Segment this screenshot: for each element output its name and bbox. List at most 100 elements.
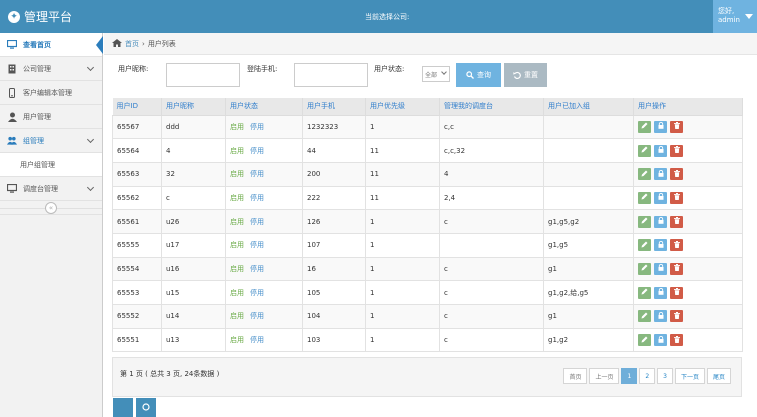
enable-link[interactable]: 启用 (230, 123, 244, 131)
edit-button[interactable] (638, 334, 651, 347)
lock-button[interactable] (654, 120, 667, 133)
status-select[interactable]: 全部 (422, 66, 450, 82)
sidebar-item-console[interactable]: 调度台管理 (0, 177, 102, 201)
disable-link[interactable]: 停用 (250, 170, 264, 178)
lock-button[interactable] (654, 310, 667, 323)
reset-button[interactable]: 重置 (504, 63, 547, 87)
column-header[interactable]: 管理我的调度台 (439, 98, 544, 116)
brand[interactable]: ✦ 管理平台 (8, 8, 72, 25)
disable-link[interactable]: 停用 (250, 147, 264, 155)
edit-button[interactable] (638, 310, 651, 323)
edit-button[interactable] (638, 239, 651, 252)
lock-button[interactable] (654, 168, 667, 181)
disable-link[interactable]: 停用 (250, 241, 264, 249)
prev-page-button[interactable]: 上一页 (589, 368, 620, 384)
delete-button[interactable] (670, 191, 683, 204)
enable-link[interactable]: 启用 (230, 147, 244, 155)
user-menu[interactable]: 您好, admin (713, 0, 757, 33)
disable-link[interactable]: 停用 (250, 218, 264, 226)
enable-link[interactable]: 启用 (230, 289, 244, 297)
delete-button[interactable] (670, 286, 683, 299)
lock-button[interactable] (654, 239, 667, 252)
cell-user-id: 65567 (112, 114, 162, 140)
delete-button[interactable] (670, 239, 683, 252)
sidebar-item-home[interactable]: 查看首页 (0, 33, 103, 57)
disable-link[interactable]: 停用 (250, 123, 264, 131)
enable-link[interactable]: 启用 (230, 265, 244, 273)
disable-link[interactable]: 停用 (250, 265, 264, 273)
edit-button[interactable] (638, 191, 651, 204)
sidebar-item-users[interactable]: 用户管理 (0, 105, 102, 129)
sidebar-subitem-user-groups[interactable]: 用户组管理 (0, 153, 102, 177)
lock-button[interactable] (654, 215, 667, 228)
sidebar-item-customer[interactable]: 客户编辑本管理 (0, 81, 102, 105)
page-button-3[interactable]: 3 (657, 368, 673, 384)
column-header[interactable]: 用户状态 (225, 98, 303, 116)
table-row[interactable]: 65554 u16 启用 停用 16 1 c g1 (112, 256, 743, 282)
edit-button[interactable] (638, 262, 651, 275)
edit-button[interactable] (638, 144, 651, 157)
cell-status: 启用 停用 (225, 327, 303, 353)
add-button[interactable] (113, 398, 133, 417)
page-info: 第 1 页 ( 总共 3 页, 24条数据 ) (120, 370, 220, 378)
edit-button[interactable] (638, 120, 651, 133)
edit-button[interactable] (638, 168, 651, 181)
table-row[interactable]: 65561 u26 启用 停用 126 1 c g1,g5,g2 (112, 209, 743, 234)
enable-link[interactable]: 启用 (230, 241, 244, 249)
lock-button[interactable] (654, 191, 667, 204)
delete-button[interactable] (670, 262, 683, 275)
delete-button[interactable] (670, 168, 683, 181)
table-row[interactable]: 65563 32 启用 停用 200 11 4 (112, 161, 743, 187)
table-row[interactable]: 65555 u17 启用 停用 107 1 g1,g5 (112, 232, 743, 258)
delete-button[interactable] (670, 144, 683, 157)
sidebar-item-company[interactable]: 公司管理 (0, 57, 102, 81)
next-page-button[interactable]: 下一页 (674, 368, 705, 384)
phone-input[interactable] (294, 63, 368, 87)
disable-link[interactable]: 停用 (250, 336, 264, 344)
column-header[interactable]: 用户手机 (302, 98, 366, 116)
edit-button[interactable] (638, 286, 651, 299)
delete-button[interactable] (670, 334, 683, 347)
sidebar-item-groups[interactable]: 组管理 (0, 129, 102, 153)
disable-link[interactable]: 停用 (250, 312, 264, 320)
last-page-button[interactable]: 尾页 (706, 368, 731, 384)
enable-link[interactable]: 启用 (230, 194, 244, 202)
breadcrumb-home-link[interactable]: 首页 (125, 39, 139, 49)
column-header[interactable]: 用户ID (112, 98, 162, 116)
enable-link[interactable]: 启用 (230, 312, 244, 320)
table-row[interactable]: 65567 ddd 启用 停用 1232323 1 c,c (112, 114, 743, 140)
lock-button[interactable] (654, 286, 667, 299)
table-row[interactable]: 65562 c 启用 停用 222 11 2,4 (112, 185, 743, 211)
page-button-2[interactable]: 2 (639, 368, 656, 384)
nickname-input[interactable] (166, 63, 240, 87)
enable-link[interactable]: 启用 (230, 336, 244, 344)
column-header[interactable]: 用户优先级 (365, 98, 440, 116)
table-row[interactable]: 65551 u13 启用 停用 103 1 c g1,g2 (112, 327, 743, 353)
collapse-arrow-icon[interactable]: « (45, 201, 57, 214)
delete-button[interactable] (670, 310, 683, 323)
cell-console (439, 232, 544, 258)
table-row[interactable]: 65553 u15 启用 停用 105 1 c g1,g2,给,g5 (112, 280, 743, 305)
column-header[interactable]: 用户昵称 (161, 98, 226, 116)
lock-button[interactable] (654, 334, 667, 347)
delete-button[interactable] (670, 215, 683, 228)
cell-phone: 16 (302, 256, 366, 282)
cell-actions (633, 232, 743, 258)
disable-link[interactable]: 停用 (250, 289, 264, 297)
pencil-icon (641, 193, 648, 202)
edit-button[interactable] (638, 215, 651, 228)
refresh-button[interactable] (136, 398, 156, 417)
lock-button[interactable] (654, 262, 667, 275)
first-page-button[interactable]: 首页 (563, 368, 588, 384)
table-row[interactable]: 65552 u14 启用 停用 104 1 c g1 (112, 304, 743, 329)
query-button[interactable]: 查询 (456, 63, 501, 87)
enable-link[interactable]: 启用 (230, 218, 244, 226)
page-button-1[interactable]: 1 (621, 368, 638, 384)
table-row[interactable]: 65564 4 启用 停用 44 11 c,c,32 (112, 138, 743, 163)
column-header[interactable]: 用户已加入组 (543, 98, 634, 116)
delete-button[interactable] (670, 120, 683, 133)
disable-link[interactable]: 停用 (250, 194, 264, 202)
user-icon (7, 112, 17, 122)
enable-link[interactable]: 启用 (230, 170, 244, 178)
lock-button[interactable] (654, 144, 667, 157)
